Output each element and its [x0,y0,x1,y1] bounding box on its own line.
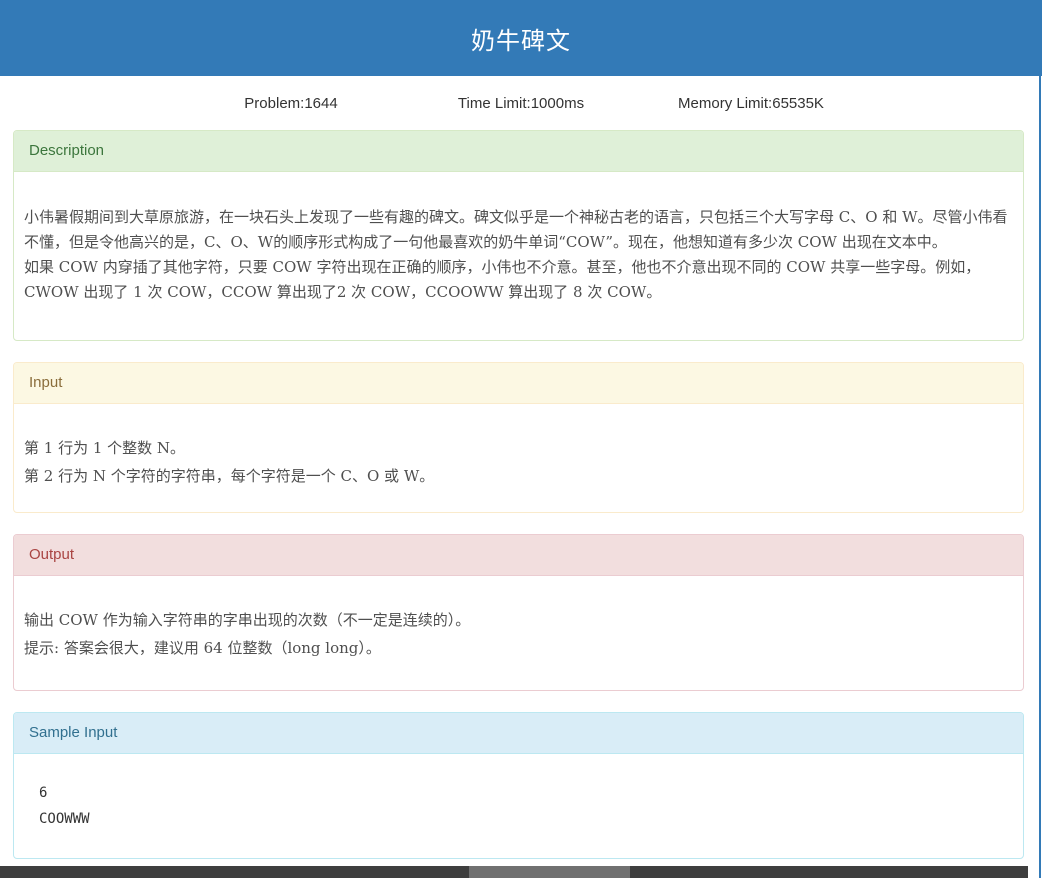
output-line: 输出 COW 作为输入字符串的字串出现的次数（不一定是连续的）。 [24,611,471,629]
description-panel: Description 小伟暑假期间到大草原旅游，在一块石头上发现了一些有趣的碑… [13,130,1024,341]
page-header: 奶牛碑文 [0,0,1042,76]
output-heading: Output [14,535,1023,576]
description-paragraph: 如果 COW 内穿插了其他字符，只要 COW 字符出现在正确的顺序，小伟也不介意… [24,258,981,301]
description-body: 小伟暑假期间到大草原旅游，在一块石头上发现了一些有趣的碑文。碑文似乎是一个神秘古… [14,172,1023,340]
sample-input-body: 6 COOWWW [14,754,1023,858]
input-panel: Input 第 1 行为 1 个整数 N。 第 2 行为 N 个字符的字符串，每… [13,362,1024,513]
input-body: 第 1 行为 1 个整数 N。 第 2 行为 N 个字符的字符串，每个字符是一个… [14,404,1023,512]
description-paragraph: 小伟暑假期间到大草原旅游，在一块石头上发现了一些有趣的碑文。碑文似乎是一个神秘古… [24,208,1008,251]
time-limit: Time Limit:1000ms [457,94,585,112]
description-heading: Description [14,131,1023,172]
problem-page: { "page": { "title": "奶牛碑文", "meta": { "… [0,0,1042,878]
problem-id: Problem:1644 [244,94,338,112]
memory-limit: Memory Limit:65535K [678,94,824,112]
sample-input-heading: Sample Input [14,713,1023,754]
input-line: 第 2 行为 N 个字符的字符串，每个字符是一个 C、O 或 W。 [24,467,435,485]
output-panel: Output 输出 COW 作为输入字符串的字串出现的次数（不一定是连续的）。 … [13,534,1024,691]
horizontal-scrollbar[interactable] [0,866,1028,878]
sample-input-panel: Sample Input 6 COOWWW [13,712,1024,859]
problem-content: Description 小伟暑假期间到大草原旅游，在一块石头上发现了一些有趣的碑… [0,130,1042,859]
output-line: 提示: 答案会很大，建议用 64 位整数（long long）。 [24,639,381,657]
window-right-border [1039,76,1041,878]
output-body: 输出 COW 作为输入字符串的字串出现的次数（不一定是连续的）。 提示: 答案会… [14,576,1023,690]
horizontal-scrollbar-thumb[interactable] [469,866,630,878]
input-heading: Input [14,363,1023,404]
input-line: 第 1 行为 1 个整数 N。 [24,439,186,457]
problem-meta-row: Problem:1644 Time Limit:1000ms Memory Li… [0,76,1042,130]
sample-input-text: 6 COOWWW [39,785,90,827]
page-title: 奶牛碑文 [471,27,571,55]
